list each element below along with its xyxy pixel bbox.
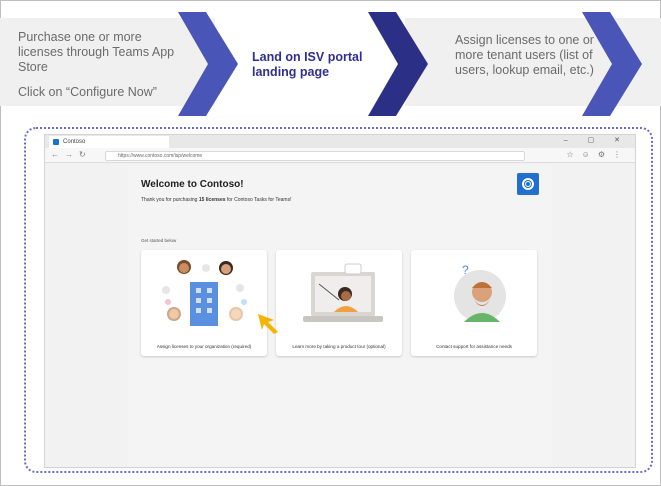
card-label: Learn more by taking a product tour (opt… <box>292 344 386 349</box>
step-1-text: Purchase one or more licenses through Te… <box>18 30 175 74</box>
card-label: Contact support for assistance needs <box>436 344 512 349</box>
tab-favicon-icon <box>53 139 59 145</box>
cursor-arrow-icon <box>258 314 278 334</box>
presenter-laptop-icon <box>303 263 383 322</box>
forward-icon[interactable]: → <box>65 150 79 159</box>
people-building-icon <box>162 260 247 326</box>
license-count: 15 licenses <box>198 197 226 203</box>
contact-support-card[interactable]: ? Contact support for assistance needs <box>411 250 537 356</box>
step-1: Purchase one or more licenses through Te… <box>18 30 183 100</box>
svg-text:?: ? <box>462 263 469 277</box>
nav-buttons[interactable]: ←→↻ <box>51 150 92 159</box>
refresh-icon[interactable]: ↻ <box>79 150 92 159</box>
settings-icon[interactable]: ⚙ <box>598 150 613 159</box>
step-1-cta: Click on “Configure Now” <box>18 85 157 99</box>
browser-window: Contoso – ▢ ✕ ←→↻ https://www.contoso.co… <box>44 134 636 468</box>
more-icon[interactable]: ⋮ <box>613 150 629 159</box>
window-controls[interactable]: – ▢ ✕ <box>564 135 629 147</box>
url-field[interactable]: https://www.contoso.com/isp/welcome <box>105 151 525 161</box>
thanks-prefix: Thank you for purchasing <box>141 197 199 203</box>
chevron-arrow-icon <box>582 12 642 116</box>
step-3: Assign licenses to one or more tenant us… <box>455 33 594 77</box>
process-flow: Purchase one or more licenses through Te… <box>0 0 661 120</box>
back-icon[interactable]: ← <box>51 150 65 159</box>
page-title: Welcome to Contoso! <box>141 179 244 190</box>
thank-you-text: Thank you for purchasing 15 licenses for… <box>141 197 291 203</box>
browser-actions[interactable]: ☆☺⚙⋮ <box>566 150 629 159</box>
chevron-arrow-icon <box>178 12 238 116</box>
section-label: Get started below <box>141 238 177 243</box>
favorite-icon[interactable]: ☆ <box>566 150 581 159</box>
step-2: Land on ISV portal landing page <box>252 50 363 79</box>
assign-licenses-card[interactable]: Assign licenses to your organization (re… <box>141 250 267 356</box>
profile-icon[interactable]: ☺ <box>582 150 598 159</box>
contoso-logo-icon <box>517 173 539 195</box>
chevron-arrow-icon <box>368 12 428 116</box>
page-content: Welcome to Contoso! Thank you for purcha… <box>128 165 552 467</box>
tab-title: Contoso <box>63 139 86 145</box>
product-tour-card[interactable]: Learn more by taking a product tour (opt… <box>276 250 402 356</box>
browser-tab[interactable]: Contoso <box>49 136 169 148</box>
support-person-icon: ? <box>454 263 506 322</box>
card-label: Assign licenses to your organization (re… <box>156 344 252 349</box>
address-bar: ←→↻ https://www.contoso.com/isp/welcome … <box>45 148 635 163</box>
tab-bar: Contoso – ▢ ✕ <box>45 135 635 148</box>
thanks-suffix: for Contoso Tasks for Teams! <box>225 197 292 203</box>
